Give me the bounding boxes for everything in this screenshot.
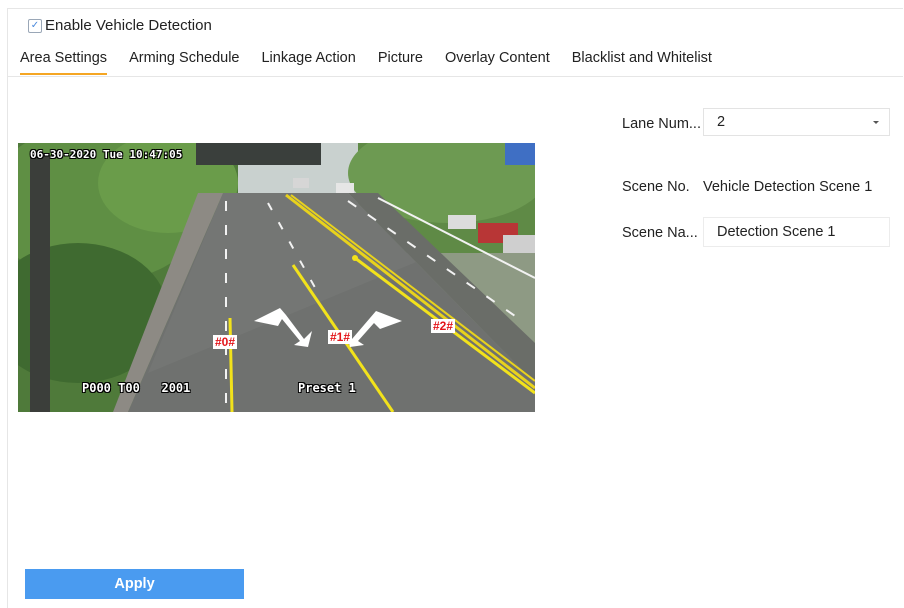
apply-button[interactable]: Apply <box>25 569 244 599</box>
lane-tag-1: #1# <box>328 330 353 344</box>
scene-name-input[interactable]: Detection Scene 1 <box>703 217 890 247</box>
lane-number-value: 2 <box>717 114 726 130</box>
osd-channel-info: P000 T00 2001 <box>82 381 191 395</box>
tab-bar: Area Settings Arming Schedule Linkage Ac… <box>20 50 734 75</box>
tab-area-settings[interactable]: Area Settings <box>20 50 108 75</box>
osd-preset: Preset 1 <box>298 381 356 395</box>
lane-tag-2: #2# <box>431 319 456 333</box>
lane-number-select[interactable]: 2 <box>703 108 890 136</box>
enable-vehicle-detection[interactable]: ✓ Enable Vehicle Detection <box>28 17 212 34</box>
lane-number-label: Lane Num... <box>622 116 701 132</box>
tab-arming-schedule[interactable]: Arming Schedule <box>129 50 239 75</box>
lane-tag-0: #0# <box>213 335 238 349</box>
road-scene-image <box>18 143 535 412</box>
scene-name-label: Scene Na... <box>622 225 698 241</box>
tab-overlay-content[interactable]: Overlay Content <box>445 50 550 75</box>
osd-timestamp: 06-30-2020 Tue 10:47:05 <box>30 148 183 161</box>
tab-blacklist-whitelist[interactable]: Blacklist and Whitelist <box>572 50 712 75</box>
camera-preview[interactable]: 06-30-2020 Tue 10:47:05 P000 T00 2001 Pr… <box>18 143 535 412</box>
scene-no-label: Scene No. <box>622 179 690 195</box>
tabs-divider <box>8 76 903 77</box>
tab-picture[interactable]: Picture <box>378 50 423 75</box>
enable-label: Enable Vehicle Detection <box>45 17 212 34</box>
chevron-down-icon <box>873 120 879 124</box>
scene-no-value: Vehicle Detection Scene 1 <box>703 179 873 195</box>
enable-checkbox[interactable]: ✓ <box>28 18 42 33</box>
tab-linkage-action[interactable]: Linkage Action <box>261 50 355 75</box>
